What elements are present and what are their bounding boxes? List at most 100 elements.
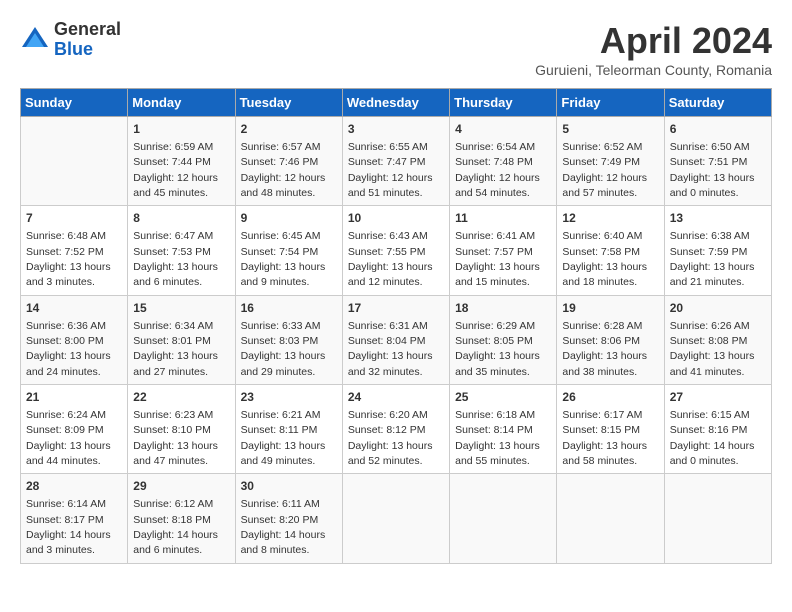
day-info: Sunrise: 6:18 AM Sunset: 8:14 PM Dayligh… — [455, 409, 540, 467]
day-cell: 1Sunrise: 6:59 AM Sunset: 7:44 PM Daylig… — [128, 117, 235, 206]
location-text: Guruieni, Teleorman County, Romania — [535, 62, 772, 78]
day-number: 18 — [455, 300, 551, 317]
header-cell-monday: Monday — [128, 89, 235, 117]
day-number: 27 — [670, 389, 766, 406]
day-info: Sunrise: 6:55 AM Sunset: 7:47 PM Dayligh… — [348, 141, 433, 199]
day-number: 26 — [562, 389, 658, 406]
day-cell: 15 Sunrise: 6:34 AM Sunset: 8:01 PM Dayli… — [128, 295, 235, 384]
day-cell: 13 Sunrise: 6:38 AM Sunset: 7:59 PM Dayli… — [664, 206, 771, 295]
day-info: Sunrise: 6:11 AM Sunset: 8:20 PM Dayligh… — [241, 498, 326, 556]
week-row-3: 21Sunrise: 6:24 AM Sunset: 8:09 PM Dayli… — [21, 385, 772, 474]
day-number: 19 — [562, 300, 658, 317]
day-cell: 12 Sunrise: 6:40 AM Sunset: 7:58 PM Dayli… — [557, 206, 664, 295]
day-number: 20 — [670, 300, 766, 317]
day-info: Sunrise: 6:23 AM Sunset: 8:10 PM Dayligh… — [133, 409, 218, 467]
day-number: 5 — [562, 121, 658, 138]
day-info: Sunrise: 6:38 AM Sunset: 7:59 PM Dayligh… — [670, 230, 755, 288]
header-cell-wednesday: Wednesday — [342, 89, 449, 117]
day-cell — [450, 474, 557, 563]
day-cell: 30 Sunrise: 6:11 AM Sunset: 8:20 PM Dayli… — [235, 474, 342, 563]
day-cell: 9 Sunrise: 6:45 AM Sunset: 7:54 PM Daylig… — [235, 206, 342, 295]
logo-icon — [20, 25, 50, 55]
day-cell — [557, 474, 664, 563]
day-number: 4 — [455, 121, 551, 138]
day-cell: 27 Sunrise: 6:15 AM Sunset: 8:16 PM Dayli… — [664, 385, 771, 474]
day-info: Sunrise: 6:28 AM Sunset: 8:06 PM Dayligh… — [562, 320, 647, 378]
day-number: 25 — [455, 389, 551, 406]
day-number: 1 — [133, 121, 229, 138]
day-info: Sunrise: 6:48 AM Sunset: 7:52 PM Dayligh… — [26, 230, 111, 288]
title-block: April 2024 Guruieni, Teleorman County, R… — [535, 20, 772, 78]
day-number: 15 — [133, 300, 229, 317]
week-row-0: 1Sunrise: 6:59 AM Sunset: 7:44 PM Daylig… — [21, 117, 772, 206]
day-number: 14 — [26, 300, 122, 317]
header-cell-friday: Friday — [557, 89, 664, 117]
day-number: 28 — [26, 478, 122, 495]
day-number: 29 — [133, 478, 229, 495]
logo-text: General Blue — [54, 20, 121, 60]
header-row: SundayMondayTuesdayWednesdayThursdayFrid… — [21, 89, 772, 117]
calendar-header: SundayMondayTuesdayWednesdayThursdayFrid… — [21, 89, 772, 117]
day-number: 8 — [133, 210, 229, 227]
day-cell: 4 Sunrise: 6:54 AM Sunset: 7:48 PM Daylig… — [450, 117, 557, 206]
header-cell-sunday: Sunday — [21, 89, 128, 117]
week-row-4: 28 Sunrise: 6:14 AM Sunset: 8:17 PM Dayli… — [21, 474, 772, 563]
day-number: 3 — [348, 121, 444, 138]
day-number: 13 — [670, 210, 766, 227]
day-cell: 11Sunrise: 6:41 AM Sunset: 7:57 PM Dayli… — [450, 206, 557, 295]
day-cell: 5 Sunrise: 6:52 AM Sunset: 7:49 PM Daylig… — [557, 117, 664, 206]
day-info: Sunrise: 6:15 AM Sunset: 8:16 PM Dayligh… — [670, 409, 755, 467]
day-cell — [664, 474, 771, 563]
day-number: 6 — [670, 121, 766, 138]
day-info: Sunrise: 6:20 AM Sunset: 8:12 PM Dayligh… — [348, 409, 433, 467]
day-info: Sunrise: 6:29 AM Sunset: 8:05 PM Dayligh… — [455, 320, 540, 378]
day-number: 30 — [241, 478, 337, 495]
day-info: Sunrise: 6:24 AM Sunset: 8:09 PM Dayligh… — [26, 409, 111, 467]
day-info: Sunrise: 6:57 AM Sunset: 7:46 PM Dayligh… — [241, 141, 326, 199]
logo: General Blue — [20, 20, 121, 60]
day-number: 24 — [348, 389, 444, 406]
day-number: 16 — [241, 300, 337, 317]
day-number: 11 — [455, 210, 551, 227]
day-info: Sunrise: 6:40 AM Sunset: 7:58 PM Dayligh… — [562, 230, 647, 288]
day-cell: 20Sunrise: 6:26 AM Sunset: 8:08 PM Dayli… — [664, 295, 771, 384]
day-number: 12 — [562, 210, 658, 227]
week-row-1: 7 Sunrise: 6:48 AM Sunset: 7:52 PM Daylig… — [21, 206, 772, 295]
day-number: 23 — [241, 389, 337, 406]
day-cell: 16 Sunrise: 6:33 AM Sunset: 8:03 PM Dayli… — [235, 295, 342, 384]
day-cell: 7 Sunrise: 6:48 AM Sunset: 7:52 PM Daylig… — [21, 206, 128, 295]
day-info: Sunrise: 6:21 AM Sunset: 8:11 PM Dayligh… — [241, 409, 326, 467]
header-cell-thursday: Thursday — [450, 89, 557, 117]
day-info: Sunrise: 6:54 AM Sunset: 7:48 PM Dayligh… — [455, 141, 540, 199]
day-cell: 8Sunrise: 6:47 AM Sunset: 7:53 PM Daylig… — [128, 206, 235, 295]
day-cell — [21, 117, 128, 206]
day-number: 17 — [348, 300, 444, 317]
day-info: Sunrise: 6:33 AM Sunset: 8:03 PM Dayligh… — [241, 320, 326, 378]
day-number: 7 — [26, 210, 122, 227]
day-cell: 24 Sunrise: 6:20 AM Sunset: 8:12 PM Dayli… — [342, 385, 449, 474]
day-cell: 26 Sunrise: 6:17 AM Sunset: 8:15 PM Dayli… — [557, 385, 664, 474]
day-number: 10 — [348, 210, 444, 227]
day-info: Sunrise: 6:34 AM Sunset: 8:01 PM Dayligh… — [133, 320, 218, 378]
week-row-2: 14 Sunrise: 6:36 AM Sunset: 8:00 PM Dayli… — [21, 295, 772, 384]
day-cell — [342, 474, 449, 563]
day-info: Sunrise: 6:14 AM Sunset: 8:17 PM Dayligh… — [26, 498, 111, 556]
day-info: Sunrise: 6:45 AM Sunset: 7:54 PM Dayligh… — [241, 230, 326, 288]
day-number: 2 — [241, 121, 337, 138]
day-cell: 21Sunrise: 6:24 AM Sunset: 8:09 PM Dayli… — [21, 385, 128, 474]
day-info: Sunrise: 6:52 AM Sunset: 7:49 PM Dayligh… — [562, 141, 647, 199]
page-header: General Blue April 2024 Guruieni, Teleor… — [20, 20, 772, 78]
day-info: Sunrise: 6:12 AM Sunset: 8:18 PM Dayligh… — [133, 498, 218, 556]
day-cell: 6Sunrise: 6:50 AM Sunset: 7:51 PM Daylig… — [664, 117, 771, 206]
day-info: Sunrise: 6:17 AM Sunset: 8:15 PM Dayligh… — [562, 409, 647, 467]
day-cell: 18 Sunrise: 6:29 AM Sunset: 8:05 PM Dayli… — [450, 295, 557, 384]
day-info: Sunrise: 6:43 AM Sunset: 7:55 PM Dayligh… — [348, 230, 433, 288]
day-cell: 2 Sunrise: 6:57 AM Sunset: 7:46 PM Daylig… — [235, 117, 342, 206]
logo-blue-text: Blue — [54, 40, 121, 60]
day-number: 9 — [241, 210, 337, 227]
day-info: Sunrise: 6:36 AM Sunset: 8:00 PM Dayligh… — [26, 320, 111, 378]
calendar-table: SundayMondayTuesdayWednesdayThursdayFrid… — [20, 88, 772, 564]
day-cell: 14 Sunrise: 6:36 AM Sunset: 8:00 PM Dayli… — [21, 295, 128, 384]
day-cell: 3 Sunrise: 6:55 AM Sunset: 7:47 PM Daylig… — [342, 117, 449, 206]
day-number: 22 — [133, 389, 229, 406]
